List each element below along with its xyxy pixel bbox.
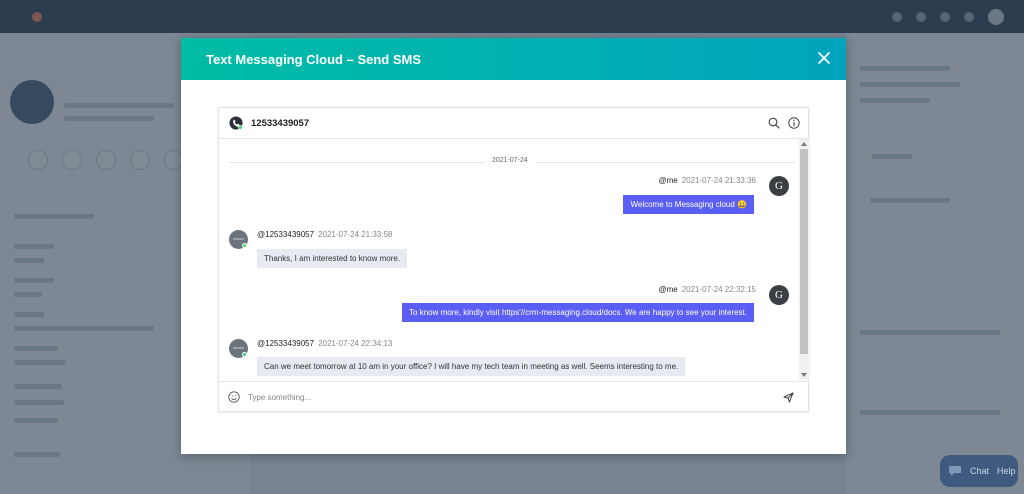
online-status-icon: [242, 243, 247, 248]
message-meta: @me 2021-07-24 22:32:15: [658, 285, 756, 294]
message-bubble-incoming: Thanks, I am interested to know more.: [257, 249, 408, 268]
message-bubble-incoming: Can we meet tomorrow at 10 am in your of…: [257, 357, 686, 376]
message-sender: @12533439057: [257, 230, 315, 239]
message-composer: [219, 381, 808, 412]
modal-title: Text Messaging Cloud – Send SMS: [206, 51, 422, 67]
message-meta: @me 2021-07-24 21:33:36: [658, 176, 756, 185]
emoji-icon[interactable]: [228, 391, 240, 403]
conversation-panel: 12533439057 2021-07-24 @me 2021-07-24 21:…: [218, 107, 809, 412]
scrollbar-thumb[interactable]: [800, 149, 808, 354]
close-icon[interactable]: [816, 50, 832, 66]
chat-bubble-icon: [949, 466, 961, 476]
conversation-header: 12533439057: [219, 108, 808, 139]
date-separator: 2021-07-24: [229, 157, 794, 164]
message-timestamp: 2021-07-24 22:32:15: [681, 285, 756, 294]
online-status-icon: [242, 352, 247, 357]
date-separator-label: 2021-07-24: [484, 157, 536, 164]
chat-widget-button[interactable]: Chat Help: [940, 455, 1018, 487]
avatar: G: [769, 285, 789, 305]
conversation-phone-number: 12533439057: [251, 117, 310, 129]
conversation-header-actions: [768, 117, 800, 129]
chat-widget-help-label: Help: [997, 466, 1016, 476]
message-meta: @12533439057 2021-07-24 21:33:58: [257, 230, 392, 239]
scroll-down-arrow-icon[interactable]: [801, 373, 807, 377]
message-timestamp: 2021-07-24 22:34:13: [318, 339, 393, 348]
info-icon[interactable]: [788, 117, 800, 129]
message-timestamp: 2021-07-24 21:33:58: [318, 230, 393, 239]
message-sender: @me: [658, 176, 678, 185]
contact-avatar: [229, 339, 248, 358]
message-sender: @me: [658, 285, 678, 294]
contact-avatar: [229, 230, 248, 249]
message-list: 2021-07-24 @me 2021-07-24 21:33:36 G Welc…: [219, 139, 799, 380]
message-timestamp: 2021-07-24 21:33:36: [681, 176, 756, 185]
modal-header: Text Messaging Cloud – Send SMS: [181, 38, 846, 80]
message-bubble-outgoing: Welcome to Messaging cloud 😀: [623, 195, 754, 214]
message-meta: @12533439057 2021-07-24 22:34:13: [257, 339, 392, 348]
scroll-up-arrow-icon[interactable]: [801, 142, 807, 146]
search-icon[interactable]: [768, 117, 780, 129]
send-sms-modal: Text Messaging Cloud – Send SMS 12533439…: [181, 38, 846, 454]
message-input[interactable]: [248, 392, 748, 402]
message-bubble-outgoing: To know more, kindly visit https'//crm-m…: [402, 303, 754, 322]
message-sender: @12533439057: [257, 339, 315, 348]
phone-icon: [229, 116, 243, 130]
avatar: G: [769, 176, 789, 196]
chat-widget-chat-label: Chat: [970, 466, 990, 476]
send-icon[interactable]: [783, 392, 794, 403]
message-list-scrollbar[interactable]: [799, 139, 809, 380]
